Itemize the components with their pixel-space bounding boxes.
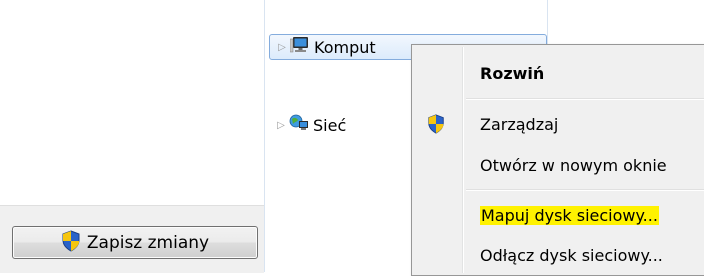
menu-item-label: Zarządzaj: [480, 114, 559, 134]
menu-item-disconnect-network-drive[interactable]: Odłącz dysk sieciowy...: [414, 235, 704, 275]
menu-separator: [466, 98, 704, 100]
menu-item-label: Rozwiń: [480, 63, 545, 83]
menu-item-map-network-drive[interactable]: Mapuj dysk sieciowy...: [414, 195, 704, 235]
tree-item-network[interactable]: ▷ Sieć: [269, 112, 409, 138]
save-changes-label: Zapisz zmiany: [86, 232, 210, 253]
expand-arrow-icon[interactable]: ▷: [273, 120, 289, 131]
menu-item-label: Odłącz dysk sieciowy...: [480, 245, 663, 265]
tree-item-label: Sieć: [313, 115, 347, 135]
menu-item-open-new-window[interactable]: Otwórz w nowym oknie: [414, 145, 704, 185]
context-menu: Rozwiń Zarządzaj Otwórz w nowym oknie Ma…: [411, 44, 704, 276]
computer-icon: [289, 36, 310, 58]
menu-item-manage[interactable]: Zarządzaj: [414, 104, 704, 144]
uac-shield-icon: [61, 229, 81, 256]
uac-shield-icon: [426, 114, 446, 134]
network-icon: [289, 114, 309, 136]
save-changes-button[interactable]: Zapisz zmiany: [12, 226, 258, 259]
menu-item-label: Mapuj dysk sieciowy...: [480, 205, 659, 225]
menu-separator: [466, 189, 704, 191]
menu-item-label: Otwórz w nowym oknie: [480, 155, 667, 175]
expand-arrow-icon[interactable]: ▷: [274, 42, 290, 53]
tree-item-label: Komput: [314, 37, 376, 57]
menu-item-expand[interactable]: Rozwiń: [414, 53, 704, 93]
